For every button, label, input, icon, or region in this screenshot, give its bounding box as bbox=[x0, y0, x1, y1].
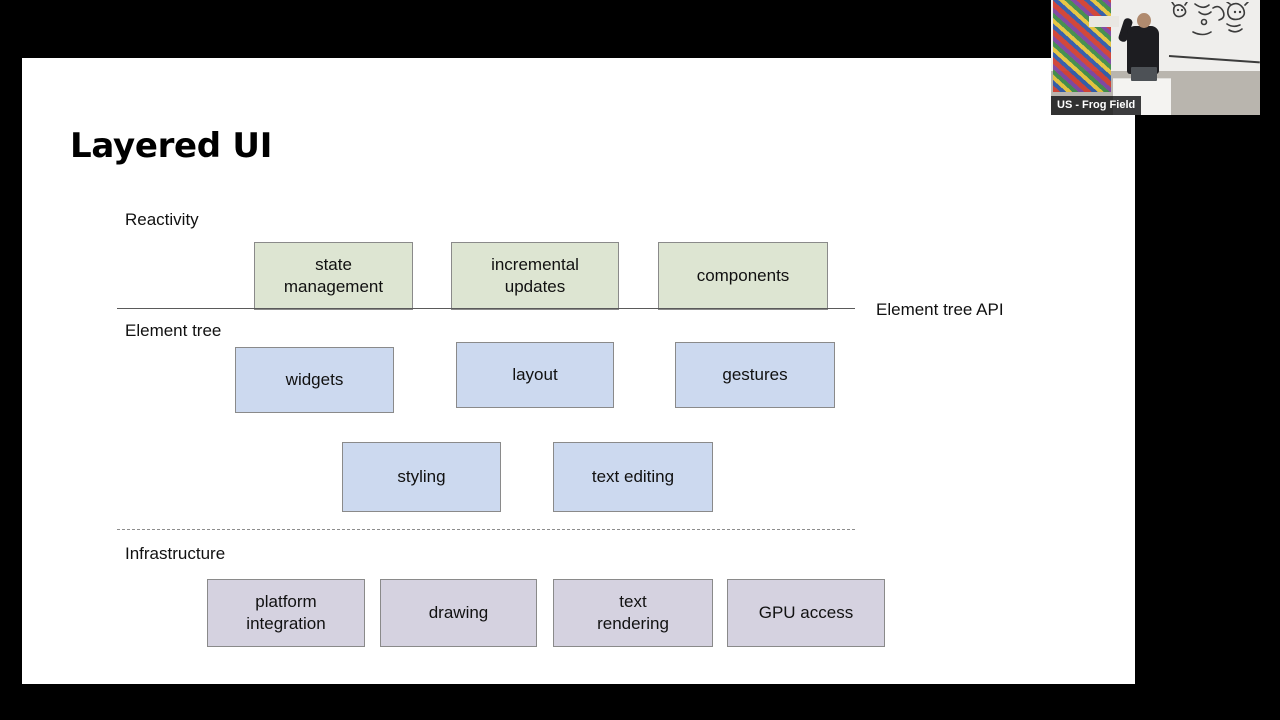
video-speaker-head bbox=[1137, 13, 1151, 28]
box-widgets[interactable]: widgets bbox=[235, 347, 394, 413]
layer-label-reactivity: Reactivity bbox=[125, 210, 199, 229]
box-drawing[interactable]: drawing bbox=[380, 579, 537, 647]
page-title: Layered UI bbox=[70, 126, 273, 166]
box-platform-integration[interactable]: platform integration bbox=[207, 579, 365, 647]
divider-infrastructure bbox=[117, 529, 855, 530]
video-participant-tile[interactable]: US - Frog Field bbox=[1051, 0, 1260, 115]
box-components[interactable]: components bbox=[658, 242, 828, 310]
video-poster-sign bbox=[1089, 16, 1119, 27]
box-gpu-access[interactable]: GPU access bbox=[727, 579, 885, 647]
box-text-rendering[interactable]: text rendering bbox=[553, 579, 713, 647]
video-participant-name-badge: US - Frog Field bbox=[1051, 96, 1142, 115]
box-state-management[interactable]: state management bbox=[254, 242, 413, 310]
box-incremental-updates[interactable]: incremental updates bbox=[451, 242, 619, 310]
box-gestures[interactable]: gestures bbox=[675, 342, 835, 408]
box-layout[interactable]: layout bbox=[456, 342, 614, 408]
video-poster-backdrop bbox=[1053, 0, 1111, 92]
video-wall-doodles-icon bbox=[1169, 1, 1259, 57]
presentation-slide: Layered UI Reactivity state management i… bbox=[22, 58, 1135, 684]
box-styling[interactable]: styling bbox=[342, 442, 501, 512]
divider-element-tree-api bbox=[117, 308, 855, 309]
layer-label-infrastructure: Infrastructure bbox=[125, 544, 226, 563]
layer-label-element-tree: Element tree bbox=[125, 321, 222, 340]
screen-root: Layered UI Reactivity state management i… bbox=[0, 0, 1280, 720]
video-laptop bbox=[1131, 67, 1157, 81]
box-text-editing[interactable]: text editing bbox=[553, 442, 713, 512]
label-element-tree-api: Element tree API bbox=[876, 300, 1004, 319]
